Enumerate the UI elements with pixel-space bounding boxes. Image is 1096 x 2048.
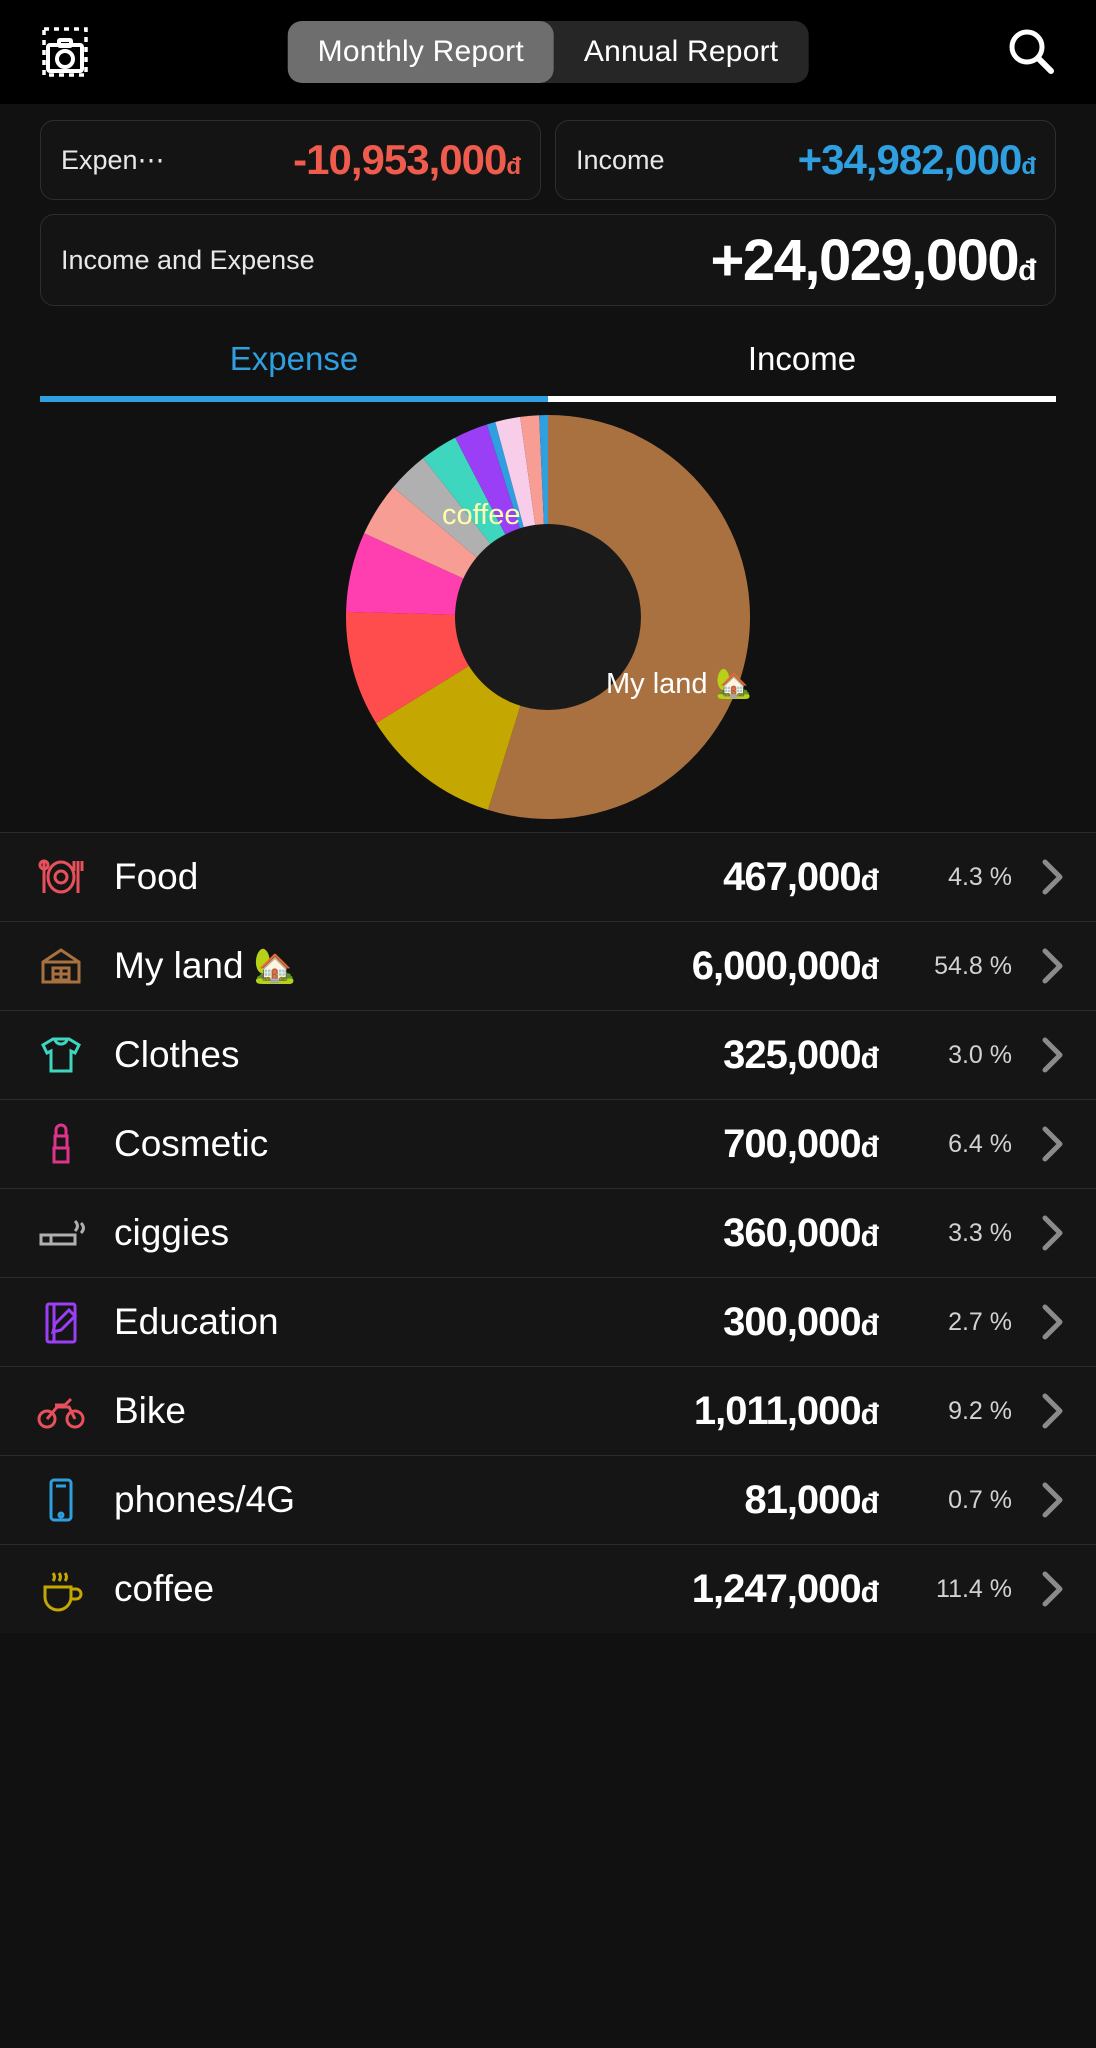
category-name-text: Cosmetic [114,1123,269,1164]
expense-label: Expen⋯ [61,144,165,175]
report-screen: Monthly Report Annual Report Expen⋯ -10,… [0,0,1096,2048]
chevron-right-icon[interactable] [1012,1388,1070,1434]
category-amount: 300,000đ [723,1299,879,1344]
report-period-segmented-control[interactable]: Monthly Report Annual Report [287,21,809,83]
category-name-text: Bike [114,1390,186,1431]
motorbike-icon [30,1385,92,1437]
category-name: phones/4G [114,1479,295,1521]
cigarette-icon [30,1207,92,1259]
category-percent: 2.7 % [948,1307,1012,1336]
chevron-right-icon[interactable] [1012,1566,1070,1612]
category-amount: 6,000,000đ [691,943,879,988]
net-total-label: Income and Expense [61,244,315,275]
category-name: Cosmetic [114,1123,268,1165]
donut-graphic: coffee My land 🏡 [346,415,752,819]
category-percent: 9.2 % [948,1396,1012,1425]
category-percent: 54.8 % [934,951,1012,980]
category-name-text: phones/4G [114,1479,296,1520]
category-emoji: 🏡 [253,947,296,985]
category-list: Food 467,000đ 4.3 % My land 🏡 6,000,000đ 54.8 … [0,832,1096,1633]
category-name-text: coffee [114,1568,215,1609]
chevron-right-icon[interactable] [1012,1032,1070,1078]
cutlery-icon [30,851,92,903]
category-name: My land 🏡 [114,945,296,987]
category-name: Education [114,1301,279,1343]
category-percent: 3.0 % [948,1040,1012,1069]
category-name: coffee [114,1568,214,1610]
table-row[interactable]: My land 🏡 6,000,000đ 54.8 % [0,921,1096,1010]
category-amount: 467,000đ [723,854,879,899]
category-name-text: My land [114,945,244,986]
tab-monthly-report[interactable]: Monthly Report [287,21,554,83]
category-amount: 700,000đ [723,1121,879,1166]
lipstick-icon [30,1118,92,1170]
income-label: Income [576,144,665,175]
expense-summary-card[interactable]: Expen⋯ -10,953,000đ [40,120,541,200]
category-percent: 11.4 % [936,1574,1012,1603]
expense-donut-chart[interactable]: coffee My land 🏡 [0,402,1096,832]
table-row[interactable]: Cosmetic 700,000đ 6.4 % [0,1099,1096,1188]
search-icon[interactable] [1000,21,1062,83]
tab-income[interactable]: Income [548,340,1056,396]
category-name-text: Education [114,1301,279,1342]
category-amount: 81,000đ [744,1477,879,1522]
category-name-text: ciggies [114,1212,230,1253]
category-amount: 1,247,000đ [691,1566,879,1611]
table-row[interactable]: Bike 1,011,000đ 9.2 % [0,1366,1096,1455]
expense-income-tabs: Expense Income [40,340,1056,396]
chevron-right-icon[interactable] [1012,1121,1070,1167]
table-row[interactable]: coffee 1,247,000đ 11.4 % [0,1544,1096,1633]
category-name-text: Food [114,856,199,897]
expense-amount: -10,953,000đ [293,136,521,183]
category-percent: 3.3 % [948,1218,1012,1247]
category-name: Clothes [114,1034,239,1076]
category-name-text: Clothes [114,1034,240,1075]
phone-icon [30,1474,92,1526]
income-amount: +34,982,000đ [797,136,1036,183]
table-row[interactable]: phones/4G 81,000đ 0.7 % [0,1455,1096,1544]
house-icon [30,940,92,992]
category-name: Bike [114,1390,186,1432]
category-amount: 1,011,000đ [693,1388,879,1433]
category-percent: 0.7 % [948,1485,1012,1514]
screenshot-camera-icon[interactable] [34,21,96,83]
tshirt-icon [30,1029,92,1081]
net-total-amount: +24,029,000đ [710,227,1037,293]
top-bar: Monthly Report Annual Report [0,0,1096,104]
tab-monthly-report-label: Monthly Report [317,35,524,68]
category-percent: 4.3 % [948,862,1012,891]
chevron-right-icon[interactable] [1012,1210,1070,1256]
tab-annual-report[interactable]: Annual Report [554,21,808,83]
notebook-pencil-icon [30,1296,92,1348]
category-percent: 6.4 % [948,1129,1012,1158]
category-name: Food [114,856,198,898]
donut-center-hole [455,524,641,710]
table-row[interactable]: Clothes 325,000đ 3.0 % [0,1010,1096,1099]
chevron-right-icon[interactable] [1012,943,1070,989]
table-row[interactable]: Education 300,000đ 2.7 % [0,1277,1096,1366]
coffee-cup-icon [30,1563,92,1615]
summary-section: Expen⋯ -10,953,000đ Income +34,982,000đ … [0,104,1096,316]
chevron-right-icon[interactable] [1012,854,1070,900]
table-row[interactable]: ciggies 360,000đ 3.3 % [0,1188,1096,1277]
chevron-right-icon[interactable] [1012,1299,1070,1345]
category-amount: 360,000đ [723,1210,879,1255]
income-summary-card[interactable]: Income +34,982,000đ [555,120,1056,200]
table-row[interactable]: Food 467,000đ 4.3 % [0,832,1096,921]
net-total-card[interactable]: Income and Expense +24,029,000đ [40,214,1056,306]
category-name: ciggies [114,1212,229,1254]
chevron-right-icon[interactable] [1012,1477,1070,1523]
tab-annual-report-label: Annual Report [583,35,779,68]
category-amount: 325,000đ [723,1032,879,1077]
tab-expense[interactable]: Expense [40,340,548,396]
